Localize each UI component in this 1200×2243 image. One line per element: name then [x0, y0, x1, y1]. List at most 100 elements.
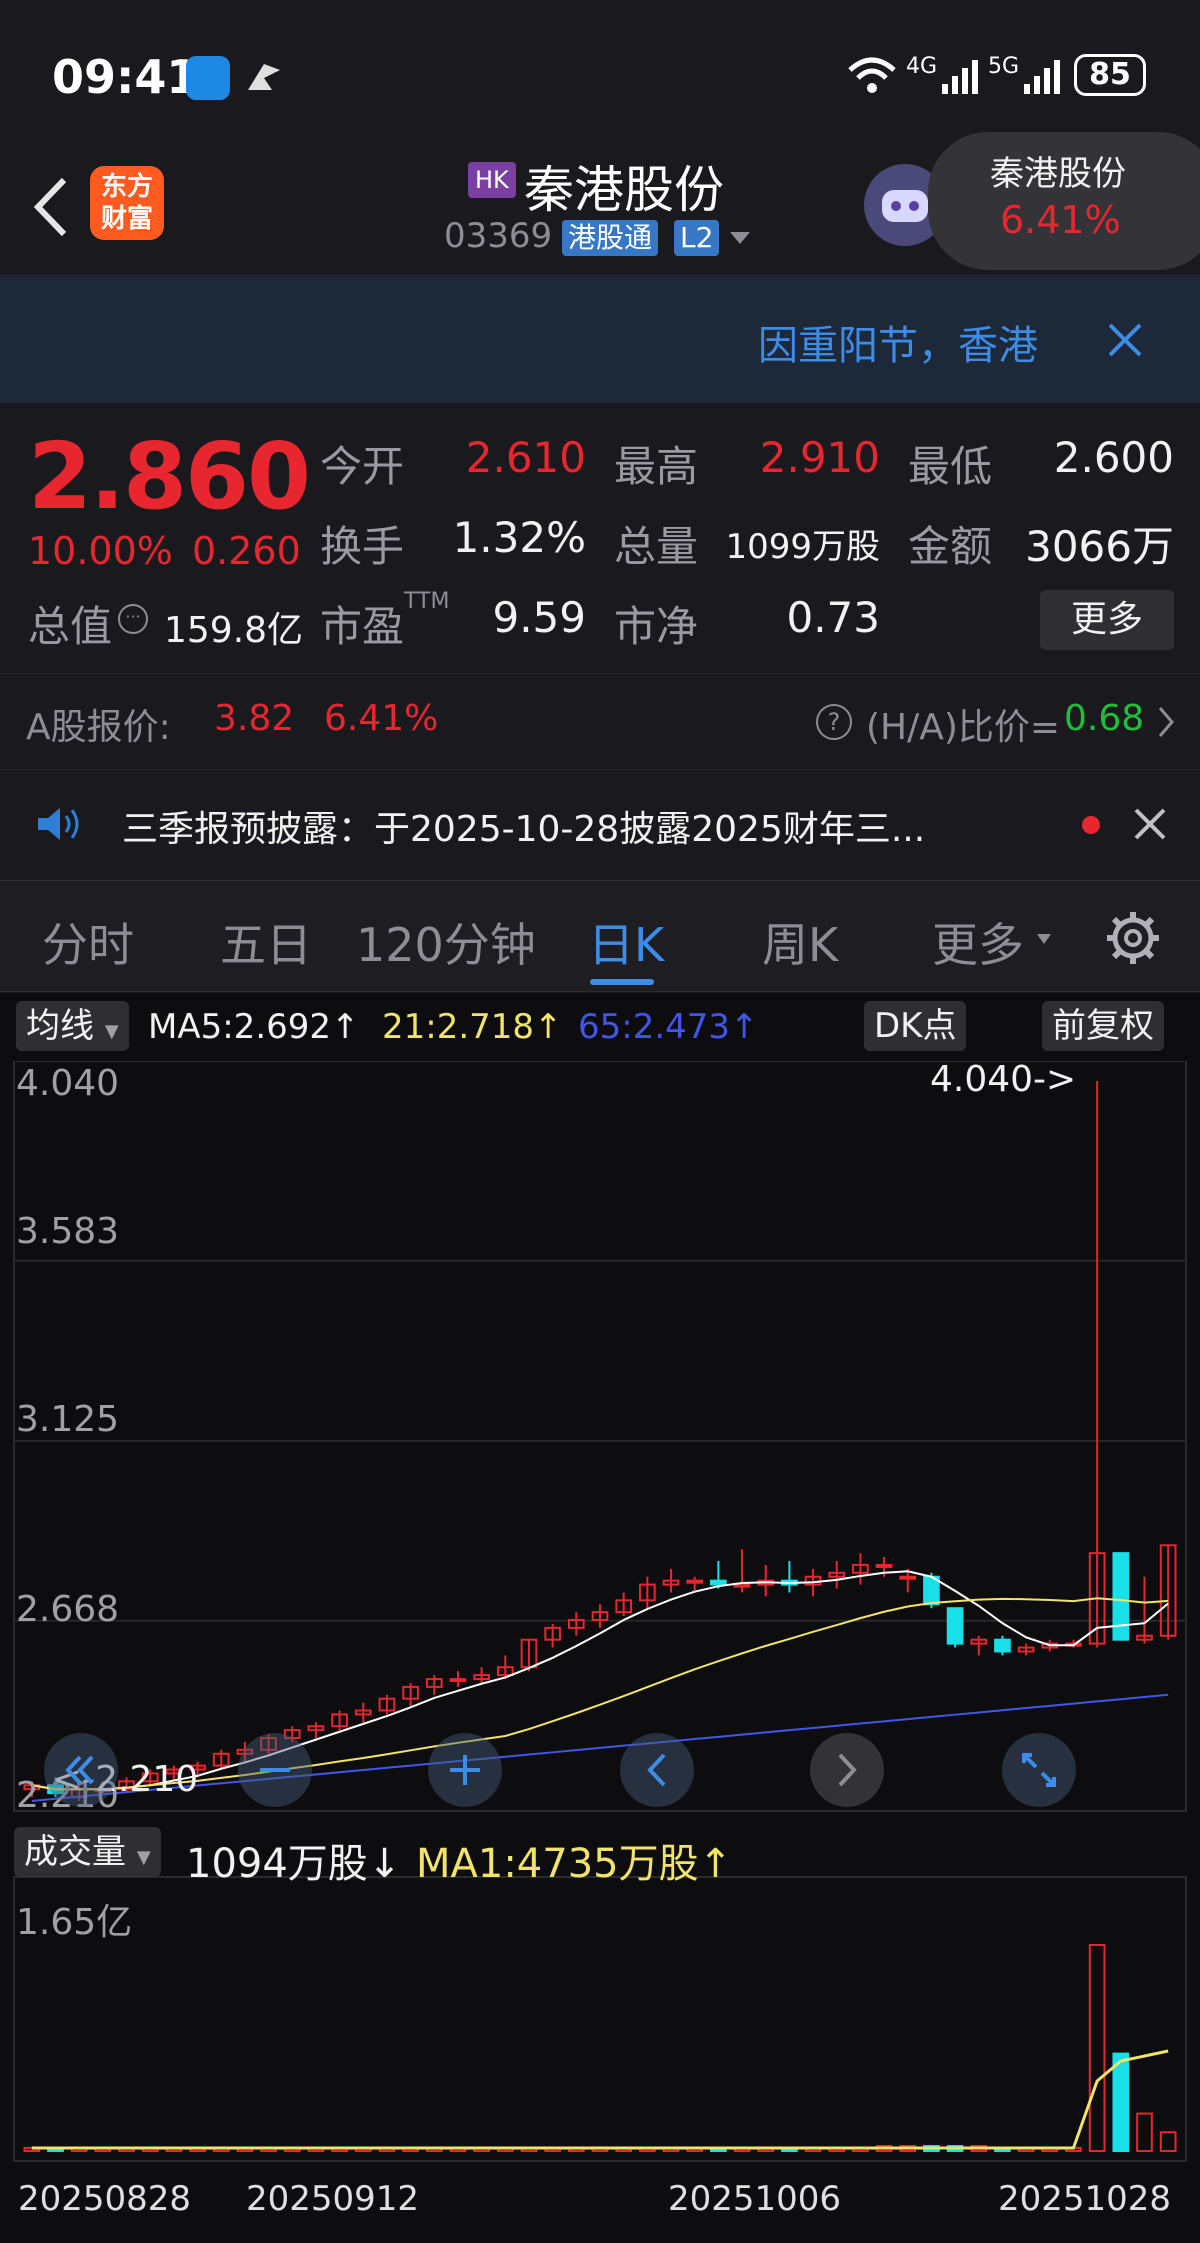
ratio-value: 0.68 [1064, 698, 1145, 739]
app-logo: 东方 财富 [90, 166, 164, 240]
volume-bar [1159, 2131, 1177, 2152]
app-bird-icon [242, 56, 286, 100]
help-icon[interactable]: ? [816, 704, 852, 740]
rewind-icon[interactable] [44, 1733, 118, 1807]
max-price-marker: 4.040-> [930, 1059, 1077, 1100]
volume-selector[interactable]: 成交量 ▼ [14, 1827, 161, 1877]
candle-body [875, 1563, 893, 1568]
candle-body [710, 1579, 727, 1586]
ashare-percent: 6.41% [324, 698, 439, 739]
amount-label: 金额 [908, 522, 993, 571]
chevron-down-icon [1036, 931, 1052, 950]
y-tick-label: 3.125 [16, 1399, 120, 1440]
ratio-label: (H/A)比价= [866, 707, 1061, 748]
tab-weekly-k[interactable]: 周K [762, 909, 838, 975]
tab-five-day[interactable]: 五日 [220, 909, 312, 975]
gear-icon[interactable] [1104, 909, 1162, 971]
last-price: 2.860 [28, 423, 311, 530]
back-icon[interactable] [24, 172, 74, 242]
low-label: 最低 [908, 442, 993, 491]
ma5-line [31, 1570, 1169, 1791]
kline-chart-area: 均线 ▼ MA5:2.692↑ 21:2.718↑ 65:2.473↑ DK点 … [0, 993, 1200, 2243]
fullscreen-icon[interactable] [1002, 1733, 1076, 1807]
ashare-row[interactable]: A股报价: 3.82 6.41% ? (H/A)比价= 0.68 [0, 673, 1200, 769]
wifi-icon [846, 54, 898, 102]
more-button[interactable]: 更多 [1040, 590, 1174, 650]
pan-right-icon[interactable] [810, 1733, 884, 1807]
speaker-icon [36, 804, 84, 848]
info-dots-icon[interactable]: ··· [118, 604, 148, 634]
candle-body [899, 1575, 917, 1580]
volume-y-max: 1.65亿 [16, 1902, 133, 1943]
cap-label: 总值 [28, 602, 113, 651]
amount-value: 3066万 [1025, 522, 1174, 571]
news-text: 三季报预披露：于2025-10-28披露2025财年三... [122, 809, 926, 850]
chevron-down-icon[interactable] [728, 228, 752, 252]
turnover-label: 换手 [320, 522, 405, 571]
tab-intraday[interactable]: 分时 [42, 909, 134, 975]
volume-current: 1094万股↓ [186, 1841, 402, 1887]
y-tick-label: 2.668 [16, 1589, 120, 1630]
chevron-right-icon[interactable] [1156, 704, 1176, 744]
high-value: 2.910 [759, 433, 880, 482]
volume-bar [1136, 2112, 1153, 2152]
battery-icon: 85 [1074, 54, 1146, 96]
notice-banner[interactable]: 因重阳节，香港 [0, 277, 1200, 403]
volume-selector-label: 成交量 [24, 1832, 126, 1872]
pan-left-icon[interactable] [620, 1733, 694, 1807]
zoom-in-icon[interactable] [428, 1733, 502, 1807]
pe-label: 市盈 [320, 602, 405, 651]
y-tick-label: 4.040 [16, 1063, 120, 1104]
volume-chart-frame [13, 1876, 1187, 2162]
tab-120min[interactable]: 120分钟 [356, 909, 536, 975]
open-value: 2.610 [465, 433, 586, 482]
close-icon[interactable] [1132, 806, 1168, 846]
tab-daily-k[interactable]: 日K [588, 909, 664, 975]
adjust-button[interactable]: 前复权 [1042, 1001, 1164, 1051]
active-tab-indicator [590, 979, 654, 985]
change-amount: 0.260 [192, 529, 301, 573]
stock-code: 03369 [444, 216, 553, 256]
signal-5g-label: 5G [988, 54, 1020, 79]
close-icon[interactable] [1106, 321, 1144, 363]
popup-stock-change: 6.41% [1000, 198, 1121, 242]
volume-bar [1088, 1944, 1106, 2152]
signal-bars-icon [940, 56, 980, 100]
candle-body [946, 1607, 964, 1645]
ma65-line [31, 1693, 1169, 1802]
level-tag: L2 [674, 220, 720, 256]
signal-bars-icon [1022, 56, 1062, 100]
volume-value: 1099万股 [725, 527, 880, 567]
status-time: 09:41 [52, 50, 199, 104]
high-label: 最高 [614, 442, 699, 491]
candle-body [686, 1579, 704, 1584]
zoom-out-icon[interactable] [238, 1733, 312, 1807]
candle-body [449, 1678, 467, 1683]
status-bar: 09:41 4G 5G 85 [0, 0, 1200, 150]
change-percent: 10.00% [28, 529, 173, 573]
signal-4g-label: 4G [906, 54, 938, 79]
pe-ttm-sup: TTM [404, 589, 450, 614]
ashare-label: A股报价: [26, 707, 171, 748]
market-tag: HK [468, 162, 516, 198]
candle-body [733, 1583, 751, 1588]
cap-value: 159.8亿 [164, 610, 304, 651]
logo-line2: 财富 [100, 204, 153, 234]
x-date-label: 20251006 [668, 2179, 842, 2219]
kline-chart[interactable] [0, 1061, 1200, 2243]
stock-name[interactable]: 秦港股份 [524, 150, 724, 222]
dk-button[interactable]: DK点 [864, 1001, 967, 1051]
pb-value: 0.73 [786, 593, 880, 642]
pb-label: 市净 [614, 602, 699, 651]
volume-ma-line [31, 2049, 1169, 2150]
x-date-label: 20250828 [18, 2179, 192, 2219]
news-row[interactable]: 三季报预披露：于2025-10-28披露2025财年三... [0, 769, 1200, 877]
banner-text: 因重阳节，香港 [758, 323, 1038, 369]
y-tick-label: 3.583 [16, 1211, 120, 1252]
volume-bar [1112, 2052, 1130, 2152]
pe-value: 9.59 [492, 593, 586, 642]
tab-more[interactable]: 更多 [932, 909, 1024, 975]
ma-selector[interactable]: 均线 ▼ [16, 1001, 129, 1051]
ma65-label: 65:2.473↑ [578, 1007, 759, 1047]
ma5-label: MA5:2.692↑ [148, 1007, 360, 1047]
